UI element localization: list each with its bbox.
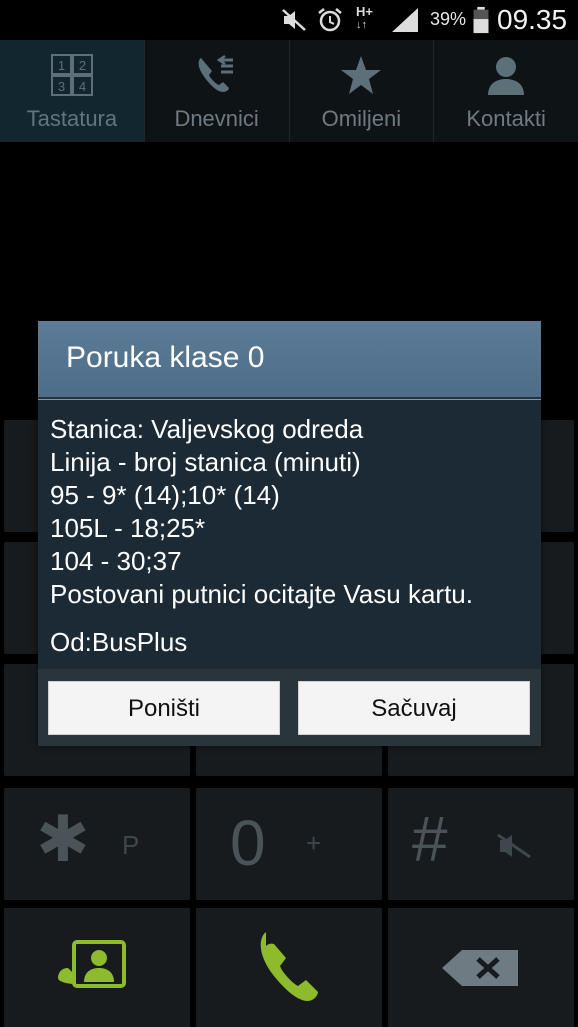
clock: 09.35 — [497, 4, 568, 35]
key-zero-sub: + — [306, 828, 322, 858]
status-bar: H+ ↓↑ 39% 09.35 — [0, 0, 578, 40]
dialog-header: Poruka klase 0 — [38, 321, 541, 397]
alarm-icon — [318, 8, 342, 32]
cancel-button[interactable]: Poništi — [48, 681, 280, 735]
call-log-icon — [198, 54, 233, 92]
message-sender: Od:BusPlus — [50, 627, 188, 657]
call-button[interactable] — [196, 908, 382, 1027]
battery-icon — [473, 6, 489, 34]
keypad-icon: 1 2 3 4 — [50, 54, 93, 96]
message-line: 104 - 30;37 — [50, 546, 182, 576]
key-zero-digit: 0 — [230, 807, 266, 879]
tab-label: Dnevnici — [174, 106, 259, 131]
tab-label: Tastatura — [26, 106, 118, 131]
keypad-icon-digit: 1 — [58, 58, 65, 73]
key-hash[interactable]: # — [388, 788, 574, 900]
tab-contacts[interactable]: Kontakti — [433, 40, 578, 142]
key-star-digit: ✱ — [36, 803, 90, 875]
action-row — [0, 908, 578, 1027]
message-line: Linija - broj stanica (minuti) — [50, 447, 361, 477]
mute-vibrate-icon — [497, 833, 531, 859]
contacts-add-button[interactable] — [4, 908, 190, 1027]
key-hash-digit: # — [412, 803, 448, 875]
tab-label: Omiljeni — [321, 106, 402, 131]
message-line: 95 - 9* (14);10* (14) — [50, 480, 280, 510]
tab-favorites[interactable]: Omiljeni — [288, 40, 434, 142]
phone-icon — [260, 932, 318, 1001]
key-star-sub: P — [122, 830, 140, 860]
tab-keypad[interactable]: 1 2 3 4 Tastatura — [0, 40, 144, 142]
backspace-button[interactable] — [388, 908, 574, 1027]
class0-message-dialog: Poruka klase 0 Stanica: Valjevskog odred… — [38, 321, 541, 746]
tab-bar: 1 2 3 4 Tastatura Dnevnici Omiljeni Kont… — [0, 40, 578, 142]
message-line: Stanica: Valjevskog odreda — [50, 414, 364, 444]
keypad-icon-digit: 2 — [79, 58, 86, 73]
dialog-title: Poruka klase 0 — [66, 341, 265, 374]
mute-icon — [282, 9, 306, 31]
keypad-icon-digit: 3 — [58, 79, 65, 94]
add-contact-icon — [58, 940, 126, 988]
key-star[interactable]: ✱ P — [4, 788, 190, 900]
signal-icon — [392, 8, 418, 32]
star-icon — [341, 56, 382, 94]
contact-icon — [488, 57, 525, 95]
backspace-icon — [442, 950, 518, 986]
keypad-icon-digit: 4 — [79, 79, 86, 94]
dialog-footer: Poništi Sačuvaj — [38, 669, 541, 746]
tab-label: Kontakti — [466, 106, 546, 131]
save-button[interactable]: Sačuvaj — [298, 681, 530, 735]
network-type-label: H+ — [356, 4, 373, 19]
tab-logs[interactable]: Dnevnici — [143, 40, 289, 142]
message-line: 105L - 18;25* — [50, 513, 206, 543]
hplus-data-icon: H+ ↓↑ — [356, 4, 373, 31]
message-line: Postovani putnici ocitajte Vasu kartu. — [50, 579, 473, 609]
battery-percent: 39% — [430, 9, 467, 29]
dialog-body: Stanica: Valjevskog odreda Linija - broj… — [38, 399, 541, 676]
key-zero[interactable]: 0 + — [196, 788, 382, 900]
